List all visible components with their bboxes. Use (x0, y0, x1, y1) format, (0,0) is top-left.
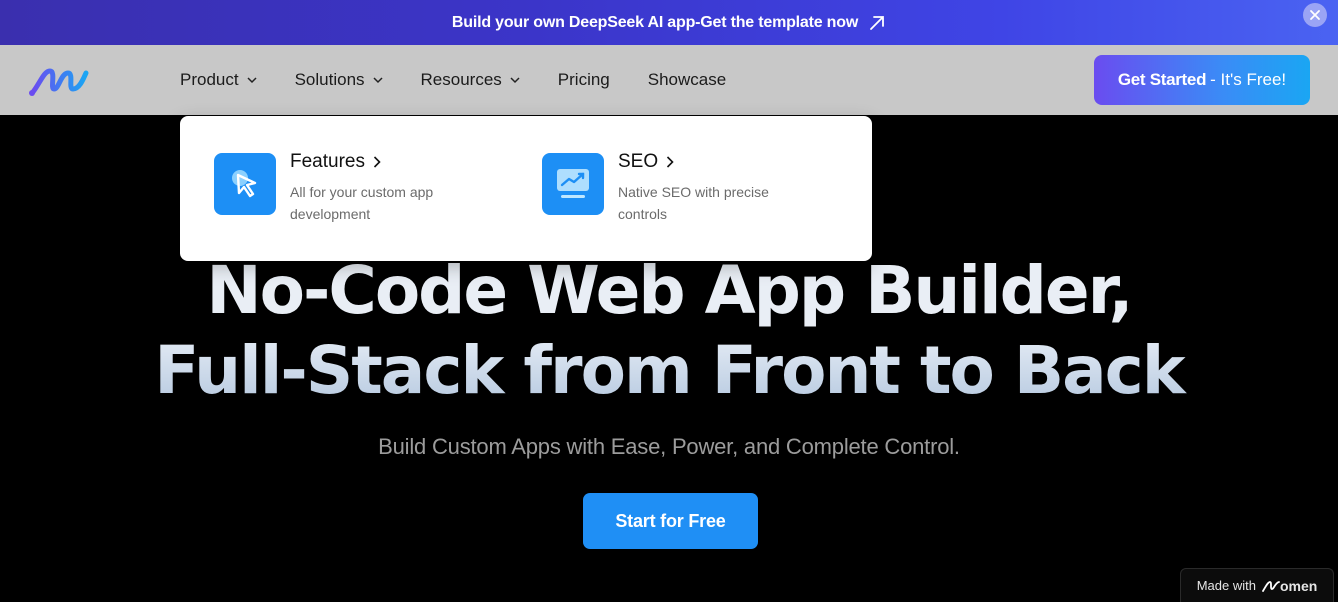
seo-title: SEO (618, 151, 798, 173)
get-started-suffix: - It's Free! (1210, 70, 1287, 89)
nav-menu: Product Solutions Resources Pricing Show… (180, 45, 764, 115)
arrow-up-right-icon (870, 15, 884, 30)
nav-resources-label: Resources (420, 70, 502, 89)
seo-icon-tile (542, 153, 604, 215)
nav-solutions[interactable]: Solutions (295, 70, 383, 90)
made-with-label: Made with (1196, 578, 1256, 593)
momen-brand: omen (1262, 578, 1317, 594)
features-title: Features (290, 151, 470, 173)
chevron-down-icon (247, 77, 257, 84)
dropdown-item-features[interactable]: Features All for your custom app develop… (214, 151, 470, 225)
nav-pricing[interactable]: Pricing (558, 70, 610, 90)
chevron-right-icon (373, 156, 381, 168)
navbar: Product Solutions Resources Pricing Show… (0, 45, 1338, 115)
chevron-down-icon (510, 77, 520, 84)
hero-subtitle: Build Custom Apps with Ease, Power, and … (378, 434, 960, 459)
features-icon-tile (214, 153, 276, 215)
get-started-label: Get Started (1117, 70, 1207, 89)
dropdown-item-seo[interactable]: SEO Native SEO with precise controls (542, 151, 798, 225)
hero-title-line-1: No-Code Web App Builder, (206, 252, 1133, 329)
features-title-label: Features (290, 151, 365, 172)
cursor-icon (232, 170, 257, 198)
momen-brand-text: omen (1279, 577, 1318, 594)
nav-showcase-label: Showcase (647, 70, 727, 89)
features-text: Features All for your custom app develop… (290, 151, 470, 225)
close-icon (1310, 10, 1320, 20)
product-dropdown-menu: Features All for your custom app develop… (180, 116, 872, 261)
seo-title-label: SEO (618, 151, 659, 172)
nav-product-label: Product (180, 70, 239, 89)
chart-trend-icon (557, 169, 589, 198)
nav-product[interactable]: Product (180, 70, 257, 90)
seo-text: SEO Native SEO with precise controls (618, 151, 798, 225)
nav-showcase[interactable]: Showcase (648, 70, 726, 90)
start-for-free-button[interactable]: Start for Free (583, 493, 758, 549)
close-banner-button[interactable] (1303, 3, 1327, 27)
made-with-badge[interactable]: Made with omen (1180, 568, 1334, 602)
banner-text[interactable]: Build your own DeepSeek AI app-Get the t… (452, 14, 858, 32)
momen-logo[interactable] (28, 63, 92, 97)
momen-mark-icon (1262, 580, 1280, 592)
nav-pricing-label: Pricing (557, 70, 610, 89)
announcement-banner[interactable]: Build your own DeepSeek AI app-Get the t… (0, 0, 1338, 45)
hero-title-line-2: Full-Stack from Front to Back (0, 332, 1338, 409)
get-started-button[interactable]: Get Started - It's Free! (1094, 55, 1310, 105)
features-description: All for your custom app development (290, 184, 434, 222)
seo-description: Native SEO with precise controls (618, 184, 769, 222)
chevron-down-icon (373, 77, 383, 84)
chevron-right-icon (667, 156, 674, 168)
nav-resources[interactable]: Resources (421, 70, 520, 90)
nav-solutions-label: Solutions (294, 70, 365, 89)
